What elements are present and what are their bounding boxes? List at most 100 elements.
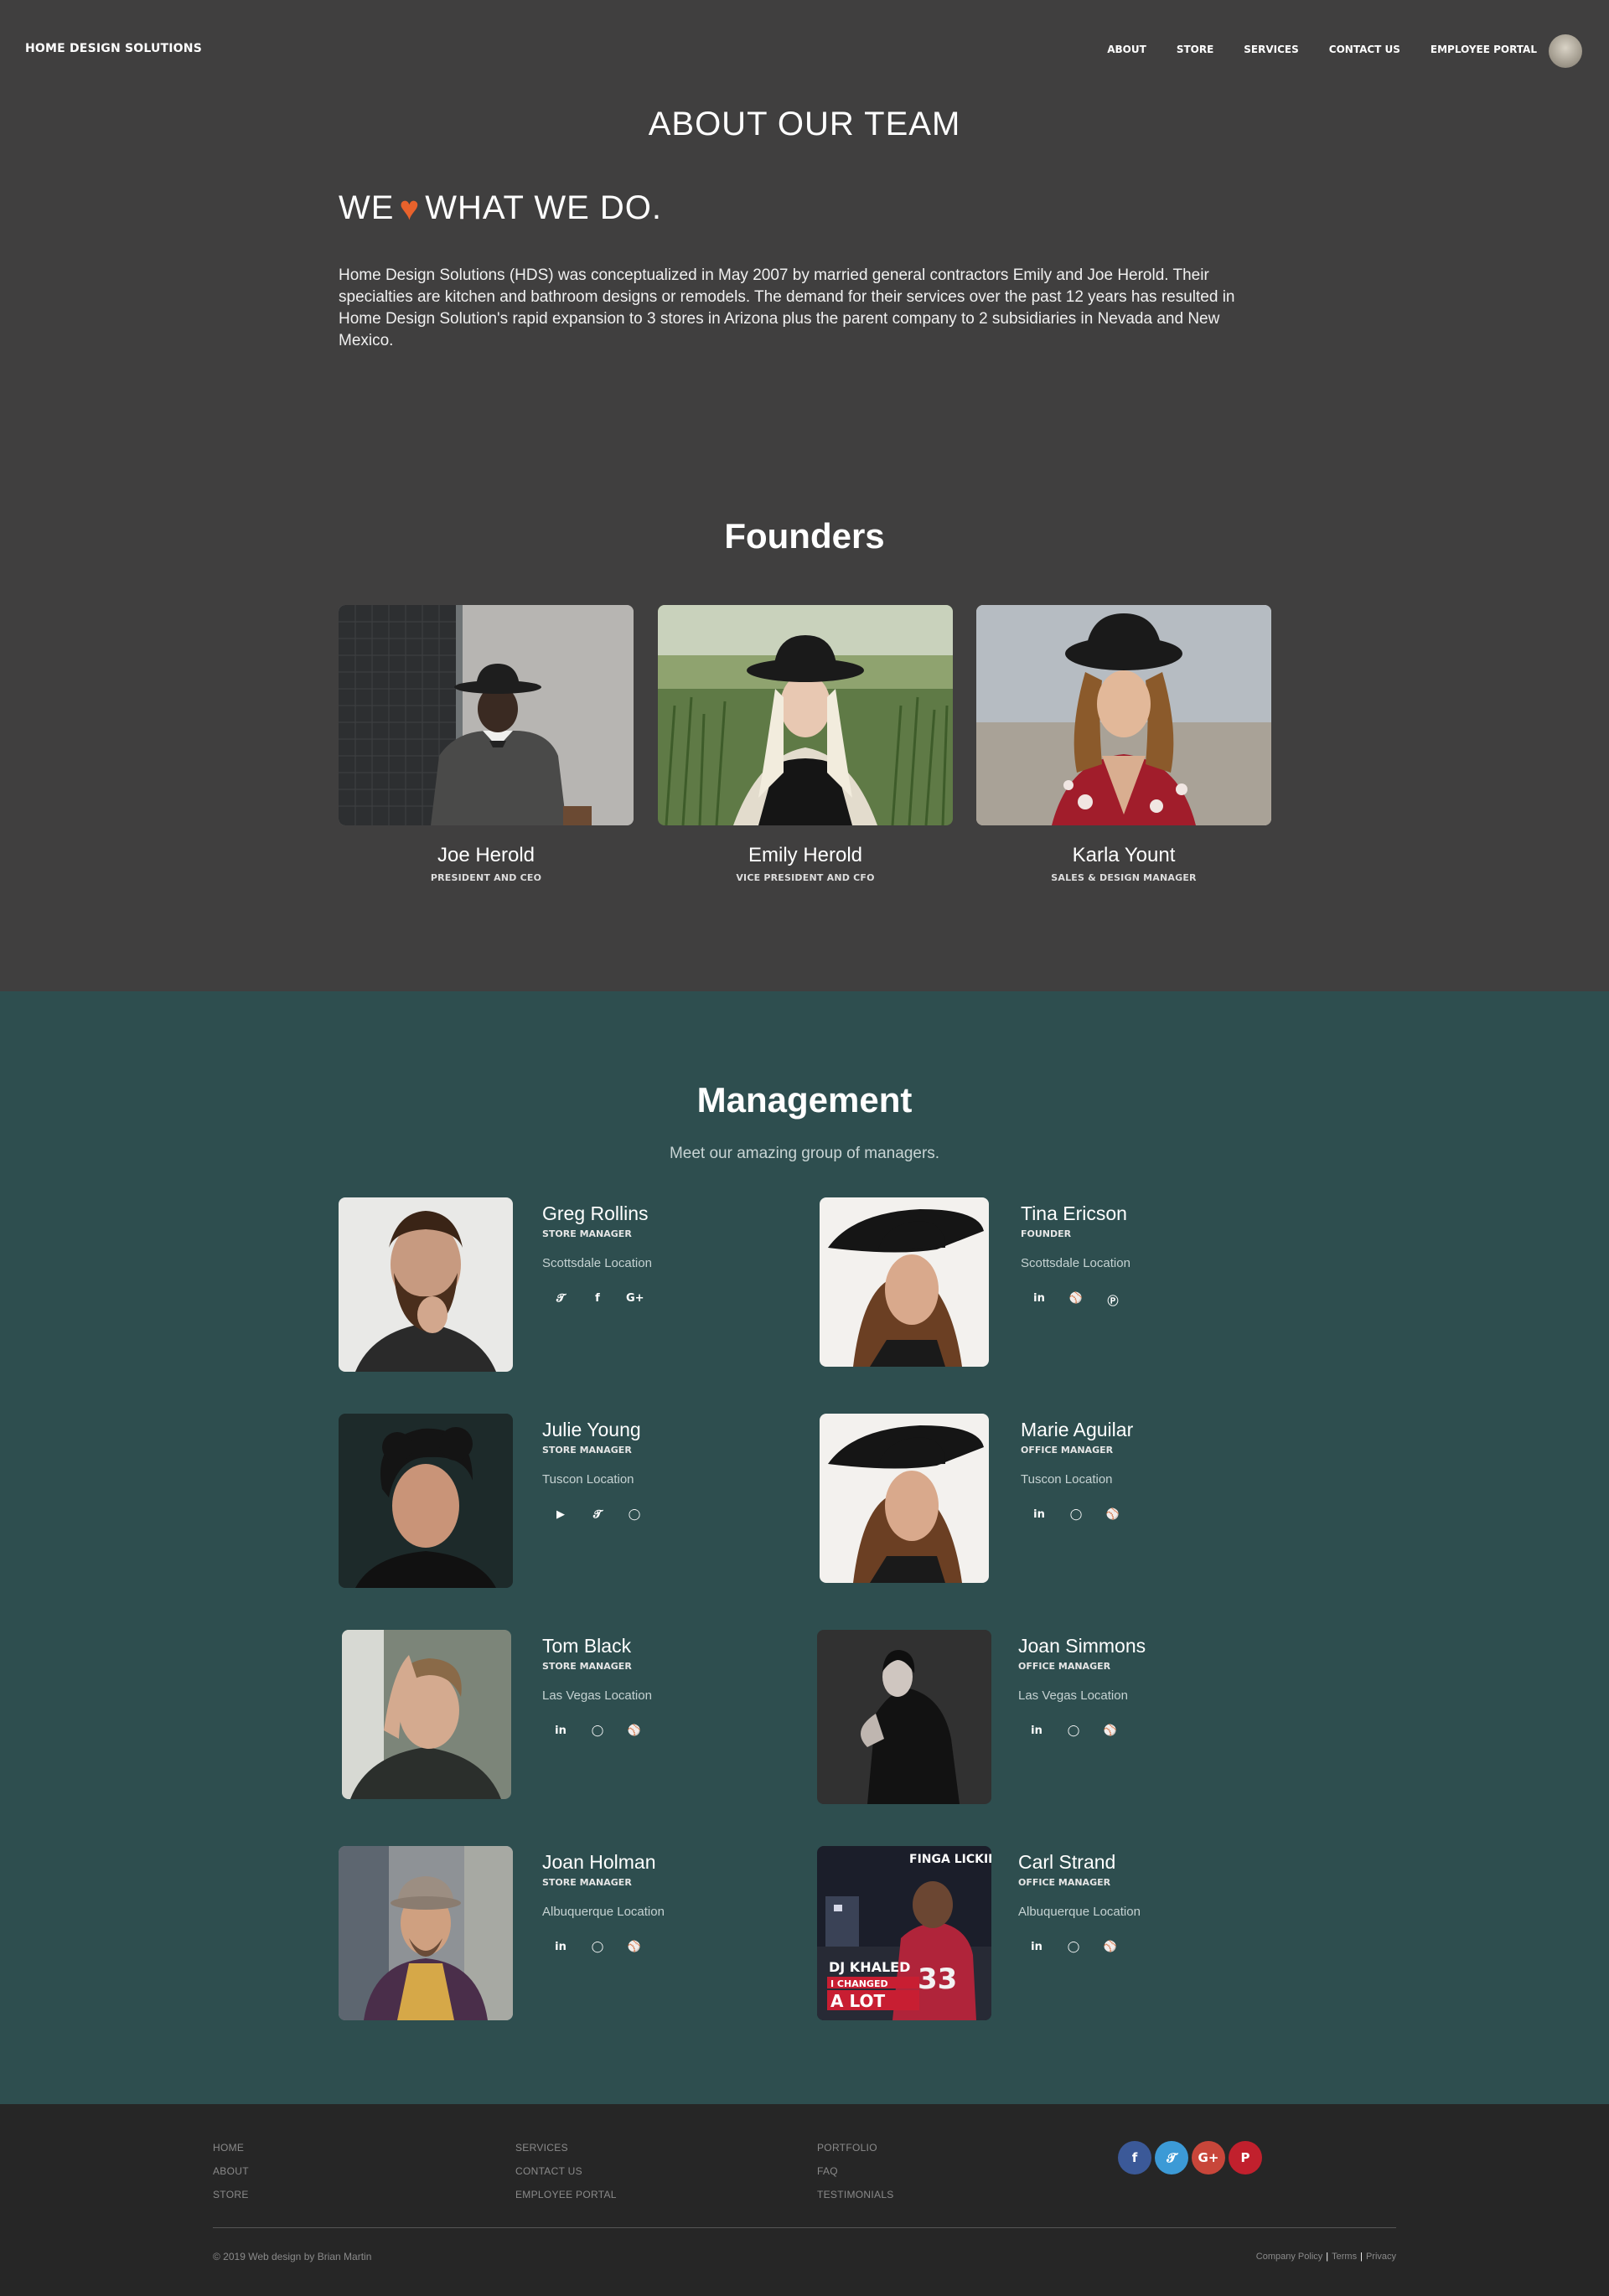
dribbble-icon[interactable]: ⚾	[1105, 1508, 1121, 1521]
footer-link-testimonials[interactable]: TESTIMONIALS	[817, 2189, 894, 2200]
manager-location: Albuquerque Location	[542, 1905, 665, 1919]
dribbble-icon[interactable]: ⚾	[626, 1941, 643, 1953]
facebook-icon[interactable]: f	[1118, 2141, 1151, 2174]
manager-photo	[339, 1197, 513, 1372]
footer-link-about[interactable]: ABOUT	[213, 2165, 249, 2177]
manager-name: Marie Aguilar	[1021, 1419, 1134, 1440]
linkedin-icon[interactable]: in	[1028, 1725, 1045, 1737]
dribbble-icon[interactable]: ⚾	[1102, 1725, 1119, 1737]
linkedin-icon[interactable]: in	[552, 1941, 569, 1953]
manager-card: Greg Rollins STORE MANAGER Scottsdale Lo…	[339, 1197, 808, 1373]
youtube-icon[interactable]: ▶	[552, 1508, 569, 1521]
google-plus-icon[interactable]: G+	[1192, 2141, 1225, 2174]
instagram-icon[interactable]: ◯	[1065, 1725, 1082, 1737]
tagline-before: WE	[339, 189, 395, 226]
manager-location: Tuscon Location	[542, 1472, 634, 1487]
nav-services[interactable]: SERVICES	[1244, 44, 1298, 55]
founder-role: SALES & DESIGN MANAGER	[1051, 872, 1197, 883]
manager-socials: in ◯ ⚾	[542, 1941, 665, 1953]
twitter-icon[interactable]: 𝓣	[1155, 2141, 1188, 2174]
footer-social-links: f 𝓣 G+ P	[1118, 2141, 1262, 2174]
facebook-icon[interactable]: f	[589, 1292, 606, 1305]
manager-name: Tom Black	[542, 1635, 632, 1657]
manager-card: Julie Young STORE MANAGER Tuscon Locatio…	[339, 1414, 808, 1590]
nav-contact-us[interactable]: CONTACT US	[1329, 44, 1400, 55]
nav-menu: ABOUT STORE SERVICES CONTACT US EMPLOYEE…	[1107, 44, 1537, 55]
pinterest-icon[interactable]: Ⓟ	[1105, 1292, 1121, 1308]
manager-info: Julie Young STORE MANAGER Tuscon Locatio…	[542, 1419, 643, 1521]
linkedin-icon[interactable]: in	[552, 1725, 569, 1737]
manager-info: Tina Ericson FOUNDER Scottsdale Location…	[1021, 1202, 1130, 1308]
manager-role: STORE MANAGER	[542, 1661, 632, 1672]
manager-socials: in ⚾ Ⓟ	[1021, 1292, 1130, 1308]
brand-logo[interactable]: HOME DESIGN SOLUTIONS	[25, 42, 202, 55]
instagram-icon[interactable]: ◯	[1065, 1941, 1082, 1953]
manager-location: Albuquerque Location	[1018, 1905, 1141, 1919]
manager-socials: in ◯ ⚾	[1021, 1508, 1133, 1521]
legal-separator: |	[1360, 2252, 1363, 2262]
album-jersey-number: 33	[918, 1962, 957, 1996]
manager-name: Carl Strand	[1018, 1851, 1116, 1873]
instagram-icon[interactable]: ◯	[1068, 1508, 1084, 1521]
manager-name: Joan Holman	[542, 1851, 656, 1873]
manager-socials: 𝓣 f G+	[542, 1292, 652, 1305]
intro-paragraph: Home Design Solutions (HDS) was conceptu…	[339, 266, 1235, 349]
instagram-icon[interactable]: ◯	[589, 1941, 606, 1953]
dribbble-icon[interactable]: ⚾	[1068, 1292, 1084, 1308]
footer-link-portfolio[interactable]: PORTFOLIO	[817, 2142, 894, 2154]
google-plus-icon[interactable]: G+	[626, 1292, 644, 1305]
founder-card: Joe Herold PRESIDENT AND CEO	[339, 605, 634, 883]
manager-photo	[820, 1414, 989, 1583]
twitter-icon[interactable]: 𝓣	[552, 1292, 569, 1305]
nav-employee-portal[interactable]: EMPLOYEE PORTAL	[1431, 44, 1537, 55]
footer-link-contact-us[interactable]: CONTACT US	[515, 2165, 617, 2177]
user-avatar[interactable]	[1549, 34, 1582, 68]
nav-about[interactable]: ABOUT	[1107, 44, 1146, 55]
linkedin-icon[interactable]: in	[1028, 1941, 1045, 1953]
footer-column-1: HOME ABOUT STORE	[213, 2142, 249, 2200]
twitter-icon[interactable]: 𝓣	[589, 1508, 606, 1521]
management-subtitle: Meet our amazing group of managers.	[669, 1145, 940, 1162]
footer-link-faq[interactable]: FAQ	[817, 2165, 894, 2177]
founder-name: Joe Herold	[437, 844, 535, 866]
footer-link-home[interactable]: HOME	[213, 2142, 249, 2154]
manager-socials: in ◯ ⚾	[1018, 1941, 1141, 1953]
instagram-icon[interactable]: ◯	[626, 1508, 643, 1521]
manager-location: Las Vegas Location	[1018, 1688, 1128, 1703]
linkedin-icon[interactable]: in	[1031, 1292, 1048, 1308]
founder-photo	[976, 605, 1271, 825]
footer-link-store[interactable]: STORE	[213, 2189, 249, 2200]
founder-card: Karla Yount SALES & DESIGN MANAGER	[976, 605, 1271, 883]
manager-card: Joan Simmons OFFICE MANAGER Las Vegas Lo…	[817, 1630, 1286, 1806]
footer-link-privacy[interactable]: Privacy	[1366, 2252, 1396, 2262]
top-navigation: HOME DESIGN SOLUTIONS ABOUT STORE SERVIC…	[0, 0, 1609, 101]
copyright: © 2019 Web design by Brian Martin	[213, 2251, 372, 2262]
dribbble-icon[interactable]: ⚾	[1102, 1941, 1119, 1953]
footer-link-services[interactable]: SERVICES	[515, 2142, 617, 2154]
legal-separator: |	[1326, 2252, 1329, 2262]
nav-store[interactable]: STORE	[1177, 44, 1213, 55]
manager-photo	[820, 1197, 989, 1367]
manager-card: 33 FINGA LICKING DJ KHALED I CHANGED A L…	[817, 1846, 1286, 2022]
linkedin-icon[interactable]: in	[1031, 1508, 1048, 1521]
manager-photo: 33 FINGA LICKING DJ KHALED I CHANGED A L…	[817, 1846, 991, 2020]
founder-name: Karla Yount	[1072, 844, 1176, 866]
footer-link-company-policy[interactable]: Company Policy	[1256, 2252, 1322, 2262]
dribbble-icon[interactable]: ⚾	[626, 1725, 643, 1737]
manager-location: Las Vegas Location	[542, 1688, 652, 1703]
tagline: WE ♥ WHAT WE DO.	[339, 189, 662, 227]
footer-link-terms[interactable]: Terms	[1332, 2252, 1357, 2262]
instagram-icon[interactable]: ◯	[589, 1725, 606, 1737]
manager-role: STORE MANAGER	[542, 1877, 632, 1888]
manager-name: Joan Simmons	[1018, 1635, 1146, 1657]
legal-links: Company Policy | Terms | Privacy	[1256, 2252, 1396, 2262]
about-section: HOME DESIGN SOLUTIONS ABOUT STORE SERVIC…	[0, 0, 1609, 991]
heart-icon: ♥	[399, 189, 421, 227]
footer: HOME ABOUT STORE SERVICES CONTACT US EMP…	[0, 2104, 1609, 2296]
manager-role: STORE MANAGER	[542, 1445, 632, 1456]
manager-info: Joan Holman STORE MANAGER Albuquerque Lo…	[542, 1851, 665, 1953]
founder-role: VICE PRESIDENT AND CFO	[736, 872, 875, 883]
footer-link-employee-portal[interactable]: EMPLOYEE PORTAL	[515, 2189, 617, 2200]
pinterest-icon[interactable]: P	[1229, 2141, 1262, 2174]
manager-photo	[342, 1630, 511, 1799]
